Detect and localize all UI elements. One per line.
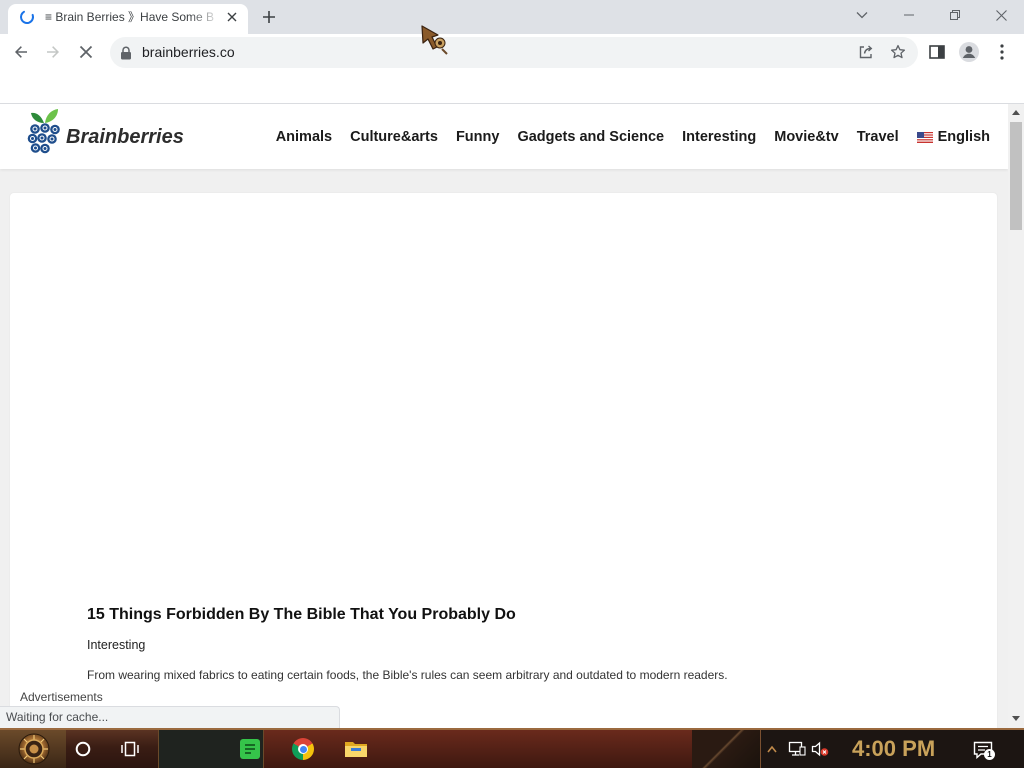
mouse-cursor [418,23,452,57]
lock-icon[interactable] [119,45,133,60]
page-scrollbar[interactable] [1008,104,1024,728]
browser-menu-button[interactable] [988,38,1016,66]
profile-button[interactable] [955,38,983,66]
start-button-icon[interactable] [18,733,50,765]
back-arrow-icon [15,46,27,58]
restore-icon[interactable] [932,0,978,30]
window-close-icon[interactable] [978,0,1024,30]
windows-taskbar: 4:00 PM 1 [0,728,1024,768]
taskbar-clock[interactable]: 4:00 PM [852,730,935,768]
site-logo-text[interactable]: Brainberries [66,124,184,150]
address-bar[interactable]: brainberries.co [110,37,918,68]
article-title[interactable]: 15 Things Forbidden By The Bible That Yo… [87,605,516,625]
forward-arrow-icon [47,46,59,58]
notification-badge: 1 [984,749,995,760]
scroll-up-arrow-icon[interactable] [1008,104,1024,120]
minimize-icon[interactable] [886,0,932,30]
tab-search-icon[interactable] [848,4,876,26]
new-tab-icon[interactable] [259,7,279,27]
tab-strip: ≡ Brain Berries 》Have Some B [0,0,1024,34]
show-hidden-icons-icon[interactable] [766,743,778,755]
main-navigation: Animals Culture&arts Funny Gadgets and S… [276,128,990,146]
side-panel-button[interactable] [923,38,951,66]
loading-spinner-icon [19,9,35,25]
advertisements-label: Advertisements [20,690,103,704]
share-icon[interactable] [856,42,876,62]
browser-toolbar: brainberries.co [0,34,1024,72]
url-text[interactable]: brainberries.co [142,37,235,68]
bookmarks-bar [0,72,1024,104]
nav-item-funny[interactable]: Funny [456,128,500,146]
page-viewport: Brainberries Animals Culture&arts Funny … [0,104,1008,728]
article-card: 15 Things Forbidden By The Bible That Yo… [10,193,997,728]
nav-item-travel[interactable]: Travel [857,128,899,146]
scrollbar-thumb[interactable] [1010,122,1022,230]
nav-item-gadgets-science[interactable]: Gadgets and Science [517,128,664,146]
language-selector[interactable]: English [916,128,990,146]
stop-loading-icon [79,45,93,59]
scroll-down-arrow-icon[interactable] [1008,710,1024,726]
profile-icon [959,42,979,62]
volume-muted-icon[interactable] [811,740,829,758]
taskbar-apps-panel [264,730,692,768]
notification-center-icon[interactable]: 1 [972,739,995,761]
nav-item-movie-tv[interactable]: Movie&tv [774,128,838,146]
article-excerpt: From wearing mixed fabrics to eating cer… [87,668,728,682]
tab-close-icon[interactable] [224,9,240,25]
bookmark-star-icon[interactable] [888,42,908,62]
article-category[interactable]: Interesting [87,637,145,653]
nav-item-interesting[interactable]: Interesting [682,128,756,146]
forward-button[interactable] [39,38,67,66]
brainberries-logo-icon[interactable] [27,108,63,156]
tab-title: ≡ Brain Berries 》Have Some B [45,10,215,24]
file-explorer-icon[interactable] [344,739,368,759]
status-bubble: Waiting for cache... [0,706,340,728]
nav-item-animals[interactable]: Animals [276,128,332,146]
chrome-icon[interactable] [292,738,314,760]
language-label: English [937,129,990,145]
sticky-notes-icon[interactable] [239,738,261,760]
nav-item-culture-arts[interactable]: Culture&arts [350,128,438,146]
side-panel-icon [929,45,945,59]
task-view-icon[interactable] [120,739,140,759]
site-header: Brainberries Animals Culture&arts Funny … [0,104,1008,169]
active-tab[interactable]: ≡ Brain Berries 》Have Some B [8,4,248,34]
us-flag-icon [916,131,933,143]
menu-dots-icon [1000,44,1004,60]
stop-loading-button[interactable] [72,38,100,66]
cortana-icon[interactable] [73,739,93,759]
back-button[interactable] [7,38,35,66]
taskbar-decoration [692,730,760,768]
network-icon[interactable] [788,740,806,758]
